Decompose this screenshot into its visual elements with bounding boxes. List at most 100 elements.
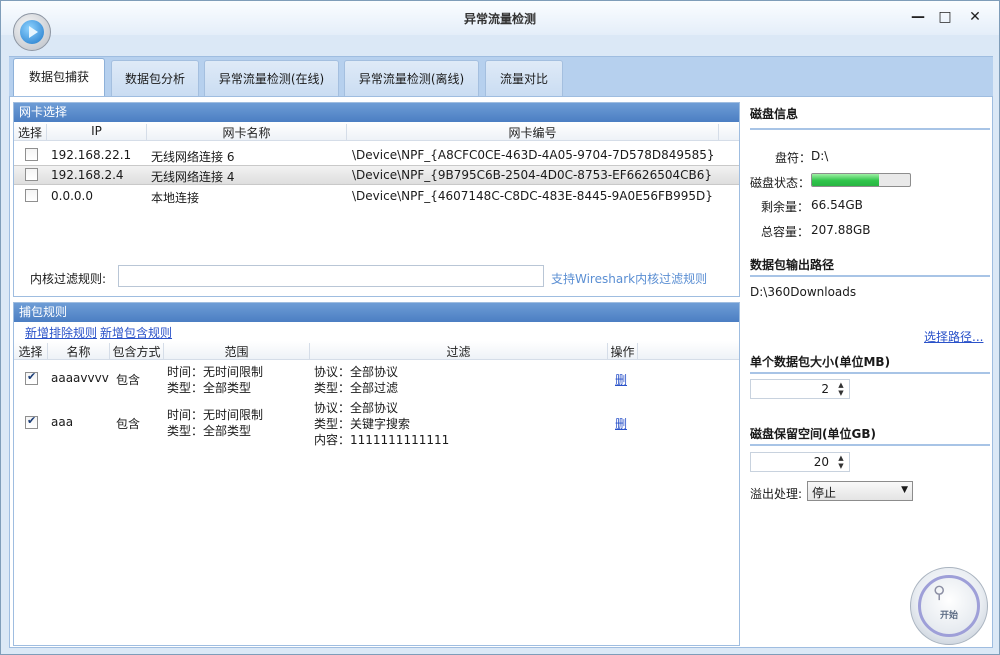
stepper-arrows-icon[interactable]: ▲ ▼ (835, 454, 847, 470)
nic-row[interactable]: 192.168.22.1 无线网络连接 6 \Device\NPF_{A8CFC… (14, 145, 739, 165)
start-label: 开始 (939, 611, 958, 621)
start-ring (918, 575, 980, 637)
rule-checkbox[interactable] (25, 414, 38, 429)
stepper-arrows-icon[interactable]: ▲ ▼ (835, 381, 847, 397)
chevron-down-icon: ▼ (901, 485, 908, 495)
rule-filter-protocol: 协议：全部协议 (314, 401, 399, 415)
reserve-space-value: 20 (813, 455, 829, 469)
col-select: 选择 (14, 124, 47, 141)
rules-panel-title: 捕包规则 (14, 303, 739, 322)
tab-traffic-compare[interactable]: 流量对比 (485, 60, 563, 97)
tab-packet-capture[interactable]: 数据包捕获 (13, 58, 105, 98)
drive-value: D:\ (811, 149, 829, 163)
tab-content: 网卡选择 选择 IP 网卡名称 网卡编号 192.168.22.1 无线网络连接… (9, 96, 993, 648)
tab-anomaly-online[interactable]: 异常流量检测(在线) (204, 60, 339, 97)
tab-packet-analysis[interactable]: 数据包分析 (111, 60, 199, 97)
nic-panel: 网卡选择 选择 IP 网卡名称 网卡编号 192.168.22.1 无线网络连接… (13, 102, 740, 297)
rule-name: aaaavvvv (51, 371, 109, 385)
start-button[interactable]: ⚲ 开始 (910, 567, 988, 645)
disk-usage-fill (812, 174, 879, 186)
disk-info-title: 磁盘信息 (750, 107, 799, 121)
rule-checkbox[interactable] (25, 370, 38, 385)
col-nic-name: 网卡名称 (147, 124, 347, 141)
output-path-title: 数据包输出路径 (750, 258, 835, 272)
close-button[interactable]: ✕ (964, 7, 986, 27)
col-range: 范围 (164, 343, 310, 360)
nic-name: 本地连接 (151, 191, 200, 205)
nic-ip: 192.168.22.1 (51, 148, 132, 162)
packet-size-title: 单个数据包大小(单位MB) (750, 355, 891, 369)
rule-name: aaa (51, 415, 74, 429)
free-space-label: 剩余量： (761, 200, 810, 214)
rule-mode: 包含 (116, 373, 141, 387)
kernel-filter-hint: 支持Wireshark内核过滤规则 (551, 272, 708, 286)
maximize-button[interactable]: □ (934, 7, 956, 27)
app-logo-icon[interactable] (13, 13, 51, 51)
nic-checkbox[interactable] (25, 189, 38, 202)
tab-bar: 数据包捕获 数据包分析 异常流量检测(在线) 异常流量检测(离线) 流量对比 (9, 56, 993, 98)
nic-table-header: 选择 IP 网卡名称 网卡编号 (14, 122, 739, 141)
nic-id: \Device\NPF_{A8CFC0CE-463D-4A05-9704-7D5… (352, 148, 715, 162)
drive-label: 盘符： (775, 151, 812, 165)
total-space-label: 总容量： (761, 225, 810, 239)
magnifier-icon: ⚲ (933, 583, 946, 603)
overflow-label: 溢出处理: (750, 487, 803, 501)
packet-size-value: 2 (821, 382, 829, 396)
delete-rule-link[interactable]: 删 (615, 415, 627, 432)
rules-panel: 捕包规则 新增排除规则 新增包含规则 选择 名称 包含方式 范围 过滤 操作 a… (13, 302, 740, 646)
disk-status-label: 磁盘状态： (750, 176, 811, 190)
nic-ip: 0.0.0.0 (51, 189, 93, 203)
free-space-value: 66.54GB (811, 198, 863, 212)
overflow-select[interactable]: 停止 ▼ (807, 481, 913, 501)
nic-name: 无线网络连接 4 (151, 170, 235, 184)
rule-range-type: 类型：全部类型 (167, 424, 252, 438)
kernel-filter-input[interactable] (118, 265, 544, 287)
rule-filter-content: 内容：1111111111111 (314, 433, 450, 447)
nic-checkbox[interactable] (25, 168, 38, 181)
app-window: 异常流量检测 — □ ✕ 数据包捕获 数据包分析 异常流量检测(在线) 异常流量… (0, 0, 1000, 655)
nic-checkbox[interactable] (25, 148, 38, 161)
col-operation: 操作 (608, 343, 638, 360)
nic-row-selected[interactable]: 192.168.2.4 无线网络连接 4 \Device\NPF_{9B795C… (14, 165, 739, 185)
divider (750, 128, 990, 130)
rule-filter-protocol: 协议：全部协议 (314, 365, 399, 379)
col-filter: 过滤 (310, 343, 608, 360)
add-include-rule-link[interactable]: 新增包含规则 (100, 324, 172, 341)
reserve-space-stepper[interactable]: 20 ▲ ▼ (750, 452, 850, 472)
rule-row[interactable]: aaaavvvv 包含 时间：无时间限制 类型：全部类型 协议：全部协议 类型：… (14, 363, 739, 397)
reserve-space-title: 磁盘保留空间(单位GB) (750, 427, 876, 441)
col-mode: 包含方式 (110, 343, 164, 360)
rule-range-time: 时间：无时间限制 (167, 408, 264, 422)
overflow-selected-value: 停止 (812, 486, 837, 500)
divider (750, 372, 990, 374)
rule-filter-type: 类型：关键字搜索 (314, 417, 411, 431)
nic-name: 无线网络连接 6 (151, 150, 235, 164)
minimize-button[interactable]: — (907, 7, 929, 27)
title-bar: 异常流量检测 — □ ✕ (1, 1, 999, 35)
tab-anomaly-offline[interactable]: 异常流量检测(离线) (344, 60, 479, 97)
nic-row[interactable]: 0.0.0.0 本地连接 \Device\NPF_{4607148C-C8DC-… (14, 186, 739, 206)
nic-id: \Device\NPF_{4607148C-C8DC-483E-8445-9A0… (352, 189, 713, 203)
col-nic-id: 网卡编号 (347, 124, 719, 141)
packet-size-stepper[interactable]: 2 ▲ ▼ (750, 379, 850, 399)
total-space-value: 207.88GB (811, 223, 871, 237)
nic-id: \Device\NPF_{9B795C6B-2504-4D0C-8753-EF6… (352, 168, 712, 182)
rule-range-type: 类型：全部类型 (167, 381, 252, 395)
delete-rule-link[interactable]: 删 (615, 371, 627, 388)
rule-range-time: 时间：无时间限制 (167, 365, 264, 379)
nic-ip: 192.168.2.4 (51, 168, 124, 182)
divider (750, 275, 990, 277)
choose-path-link[interactable]: 选择路径... (924, 328, 983, 345)
output-path-value: D:\360Downloads (750, 285, 857, 299)
kernel-filter-label: 内核过滤规则: (30, 272, 107, 286)
col-name: 名称 (48, 343, 110, 360)
col-ip: IP (47, 124, 147, 141)
col-select: 选择 (14, 343, 48, 360)
rule-mode: 包含 (116, 417, 141, 431)
rules-table-header: 选择 名称 包含方式 范围 过滤 操作 (14, 341, 739, 360)
nic-panel-title: 网卡选择 (14, 103, 739, 122)
rule-row[interactable]: aaa 包含 时间：无时间限制 类型：全部类型 协议：全部协议 类型：关键字搜索… (14, 399, 739, 449)
add-exclude-rule-link[interactable]: 新增排除规则 (25, 324, 97, 341)
divider (750, 444, 990, 446)
rule-filter-type: 类型：全部过滤 (314, 381, 399, 395)
